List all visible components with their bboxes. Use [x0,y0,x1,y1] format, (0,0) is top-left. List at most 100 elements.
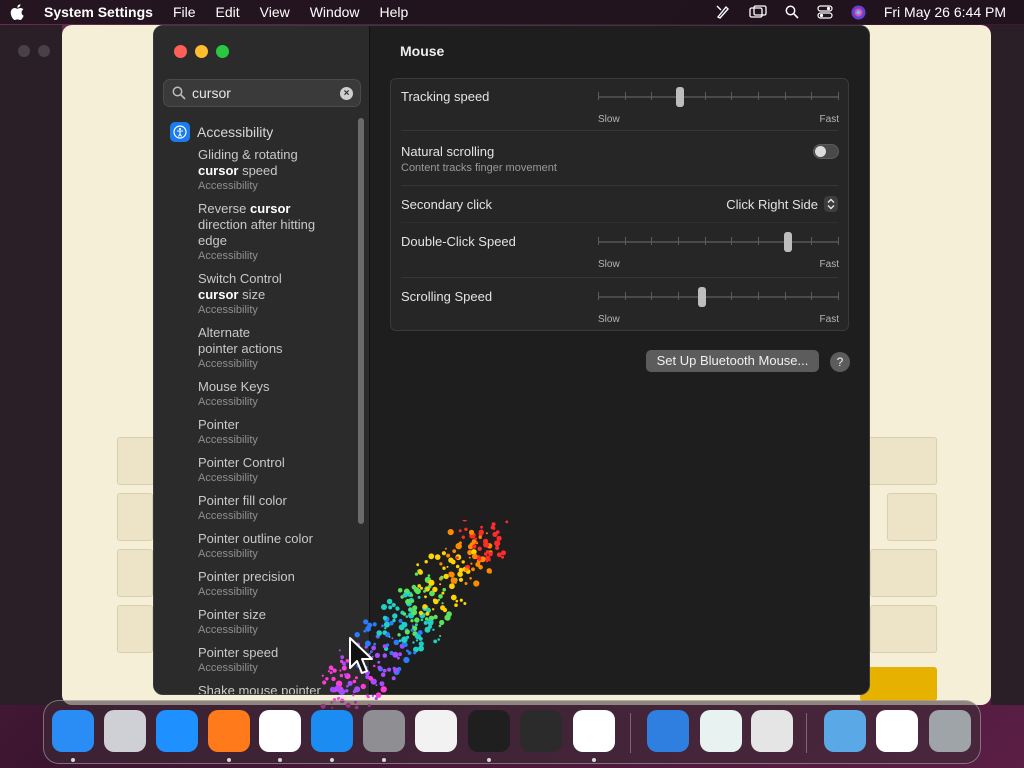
sparkle-dot [425,611,430,616]
sparkle-dot [414,617,420,623]
apple-menu-icon[interactable] [10,4,28,20]
search-result-title: Switch Control cursor size [198,271,282,302]
running-indicator [382,758,386,762]
divider [401,277,838,278]
running-indicator [71,758,75,762]
sparkle-dot [387,667,392,672]
menu-clock[interactable]: Fri May 26 6:44 PM [884,4,1006,20]
search-result-item[interactable]: Gliding & rotating cursor speed Accessibil… [198,147,355,193]
sparkle-dot [432,586,438,593]
menu-view[interactable]: View [260,4,290,20]
search-result-item[interactable]: Pointer Accessibility [198,417,355,447]
double-click-speed-slider[interactable]: Slow Fast [598,232,839,270]
slider-tick [598,237,599,245]
system-settings-icon[interactable] [363,710,405,752]
siri-icon[interactable] [851,5,866,20]
menu-help[interactable]: Help [380,4,409,20]
textedit-icon[interactable] [415,710,457,752]
search-field[interactable]: × [163,79,361,107]
slider-knob[interactable] [784,232,792,252]
slider-tick [705,92,706,100]
slider-max-label: Fast [819,259,839,270]
sparkle-dot [414,572,419,576]
app-store-icon[interactable] [311,710,353,752]
launchpad-icon[interactable] [104,710,146,752]
scrolling-speed-slider[interactable]: Slow Fast [598,287,839,325]
clear-search-icon[interactable]: × [340,87,353,100]
sparkle-dot [458,572,462,576]
sparkle-dot [385,633,388,635]
search-result-section: Accessibility [198,396,258,408]
sparkle-dot [393,667,399,673]
vscode-icon[interactable] [573,710,615,752]
document-stack-icon[interactable] [876,710,918,752]
slider-tick [625,92,626,100]
sparkle-dot [496,530,500,534]
terminal-icon[interactable] [468,710,510,752]
sparkle-dot [372,622,377,627]
sparkle-dot [418,610,424,616]
search-result-item[interactable]: Mouse Keys Accessibility [198,379,355,409]
setup-bluetooth-mouse-button[interactable]: Set Up Bluetooth Mouse... [646,350,819,372]
slider-max-label: Fast [819,314,839,325]
search-result-item[interactable]: Switch Control cursor size Accessibility [198,271,355,317]
sparkle-dot [392,651,399,658]
sparkle-dot [448,557,454,563]
safari-icon[interactable] [156,710,198,752]
running-indicator [487,758,491,762]
search-result-item[interactable]: Pointer Control Accessibility [198,455,355,485]
trash-icon[interactable] [929,710,971,752]
spotlight-icon[interactable] [785,5,799,19]
folder-downloads-icon[interactable] [824,710,866,752]
close-button[interactable] [174,45,187,58]
sparkle-dot [433,614,438,620]
slider-tick [731,237,732,245]
sparkle-dot [444,547,447,550]
sparkle-dot [469,577,472,580]
search-result-item[interactable]: Alternate pointer actions Accessibility [198,325,355,371]
control-center-icon[interactable] [817,5,833,19]
minimize-button[interactable] [195,45,208,58]
sparkle-dot [424,617,429,621]
sparkle-dot [388,635,391,638]
firefox-icon[interactable] [208,710,250,752]
slider-knob[interactable] [698,287,706,307]
slider-knob[interactable] [676,87,684,107]
finder-icon[interactable] [52,710,94,752]
garageband-icon[interactable] [520,710,562,752]
result-category[interactable]: Accessibility [170,120,355,144]
search-result-title: Pointer Control [198,455,285,470]
menu-file[interactable]: File [173,4,196,20]
sparkle-dot [413,651,417,655]
search-result-item[interactable]: Reverse cursor direction after hitting edg… [198,201,355,263]
sparkle-dot [475,562,481,567]
menu-edit[interactable]: Edit [216,4,240,20]
pen-icon[interactable] [715,4,731,20]
sparkle-dot [414,623,418,627]
sparkle-dot [458,577,464,582]
sparkle-dot [471,567,475,572]
zoom-button[interactable] [216,45,229,58]
sparkle-dot [437,638,440,641]
mouse-pointer-icon [349,637,373,674]
help-button[interactable]: ? [830,352,850,372]
search-result-item[interactable]: Pointer fill color Accessibility [198,493,355,523]
secondary-click-popup[interactable]: Click Right Side [726,196,838,212]
natural-scrolling-toggle[interactable] [813,144,839,159]
sparkle-dot [494,540,501,547]
menu-app-name[interactable]: System Settings [44,4,153,20]
tracking-speed-slider[interactable]: Slow Fast [598,87,839,125]
sidebar-scrollbar[interactable] [358,118,364,524]
search-input[interactable] [192,85,332,101]
screensaver-icon[interactable] [700,710,742,752]
screen-mirroring-icon[interactable] [749,5,767,19]
weather-icon[interactable] [647,710,689,752]
chrome-icon[interactable] [259,710,301,752]
sparkle-dot [375,684,378,687]
dock [43,700,981,764]
menu-window[interactable]: Window [310,4,360,20]
search-icon [172,86,186,100]
sparkle-dot [381,604,387,610]
sparkle-dot [416,563,420,567]
keyboard-viewer-icon[interactable] [751,710,793,752]
